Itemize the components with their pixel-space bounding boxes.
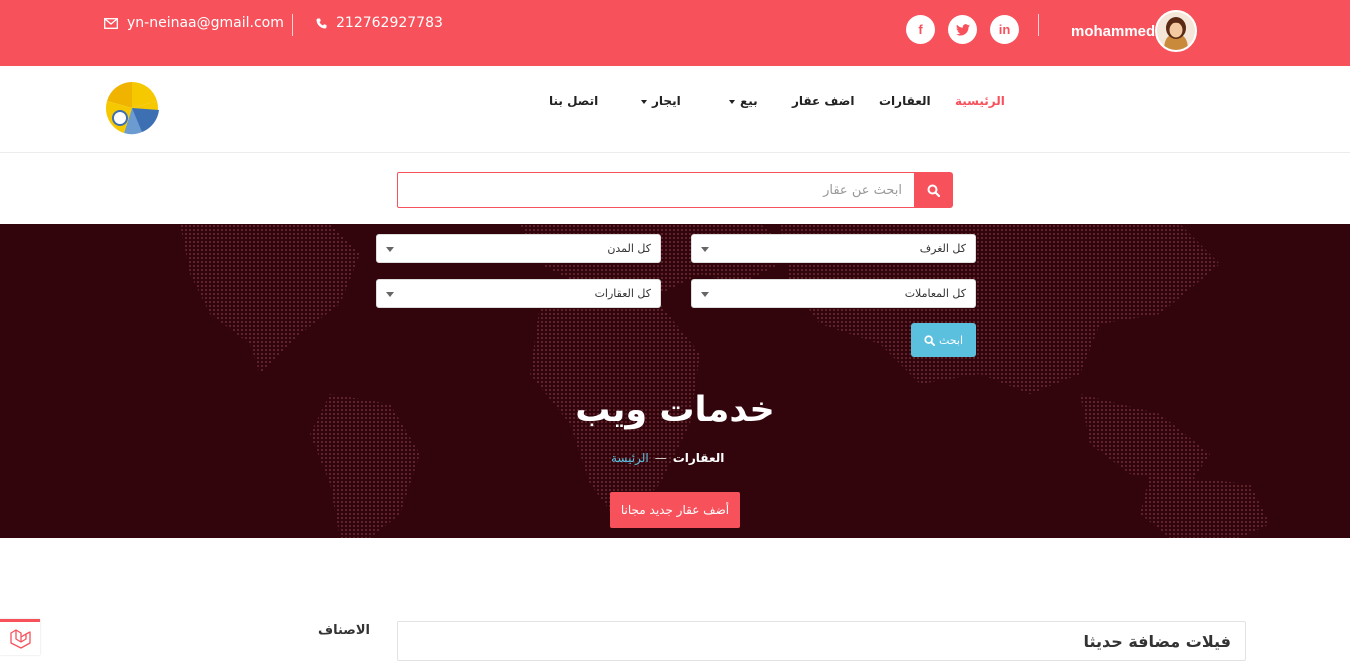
avatar[interactable] [1155, 10, 1197, 52]
nav-home[interactable]: الرئيسية [955, 94, 1005, 108]
logo-icon [105, 82, 159, 135]
hero-banner: كل الغرف كل المدن كل المعاملات كل العقار… [0, 224, 1350, 538]
world-map-background [180, 224, 1270, 538]
nav-contact[interactable]: اتصل بنا [549, 94, 598, 108]
search-icon [927, 184, 940, 197]
username[interactable]: mohammed [1071, 23, 1155, 40]
dropdown-arrow-icon [701, 247, 709, 252]
email-text: yn-neinaa@gmail.com [127, 15, 284, 31]
dropdown-arrow-icon [386, 247, 394, 252]
main-navigation: الرئيسية العقارات اضف عقار بيع ايجار اتص… [0, 66, 1350, 153]
facebook-icon[interactable]: f [906, 15, 935, 44]
property-search [397, 172, 953, 208]
filter-search-button[interactable]: ابحث [911, 323, 976, 357]
site-logo[interactable] [104, 80, 160, 136]
breadcrumb-separator: — [654, 451, 667, 465]
caret-down-icon [729, 99, 735, 104]
page-title: خدمات ويب [575, 390, 775, 430]
categories-heading: الاصناف [318, 623, 370, 638]
twitter-icon[interactable] [948, 15, 977, 44]
linkedin-glyph: in [998, 22, 1011, 37]
add-property-button[interactable]: أضف عقار جديد مجانا [610, 492, 740, 528]
breadcrumb-current: العقارات [672, 451, 725, 465]
linkedin-icon[interactable]: in [990, 15, 1019, 44]
breadcrumb-home[interactable]: الرئيسة [611, 451, 649, 465]
phone-icon [316, 18, 327, 28]
nav-add-property[interactable]: اضف عقار [792, 94, 854, 108]
breadcrumb: العقارات — الرئيسة [611, 451, 724, 465]
debugbar-toggle[interactable] [0, 619, 40, 655]
cities-select-value: كل المدن [607, 242, 651, 255]
laravel-icon [10, 628, 31, 649]
divider [1038, 14, 1039, 36]
envelope-icon [104, 17, 118, 29]
contact-phone[interactable]: 212762927783 [316, 15, 443, 31]
dropdown-arrow-icon [386, 292, 394, 297]
dropdown-arrow-icon [701, 292, 709, 297]
nav-rent[interactable]: ايجار [641, 94, 681, 108]
filter-search-label: ابحث [938, 333, 964, 347]
rooms-select-value: كل الغرف [919, 242, 966, 255]
user-avatar-icon [1157, 12, 1195, 50]
twitter-bird-icon [955, 23, 970, 36]
nav-sale[interactable]: بيع [729, 94, 758, 108]
recent-villas-card: فيلات مضافة حديثا [397, 621, 1246, 661]
contact-email[interactable]: yn-neinaa@gmail.com [104, 15, 284, 31]
search-icon [924, 334, 935, 346]
nav-rent-label: ايجار [652, 94, 681, 108]
divider [292, 14, 293, 36]
nav-sale-label: بيع [740, 94, 758, 108]
search-input[interactable] [397, 172, 915, 208]
caret-down-icon [641, 99, 647, 104]
facebook-glyph: f [918, 22, 923, 37]
rooms-select[interactable]: كل الغرف [691, 234, 976, 263]
search-button[interactable] [914, 172, 953, 208]
transactions-select-value: كل المعاملات [904, 287, 966, 300]
phone-text: 212762927783 [336, 15, 443, 31]
property-type-select[interactable]: كل العقارات [376, 279, 661, 308]
top-bar: yn-neinaa@gmail.com 212762927783 f in mo… [0, 0, 1350, 66]
cities-select[interactable]: كل المدن [376, 234, 661, 263]
recent-villas-title: فيلات مضافة حديثا [1083, 632, 1231, 651]
transactions-select[interactable]: كل المعاملات [691, 279, 976, 308]
property-type-select-value: كل العقارات [594, 287, 651, 300]
nav-properties[interactable]: العقارات [879, 94, 931, 108]
